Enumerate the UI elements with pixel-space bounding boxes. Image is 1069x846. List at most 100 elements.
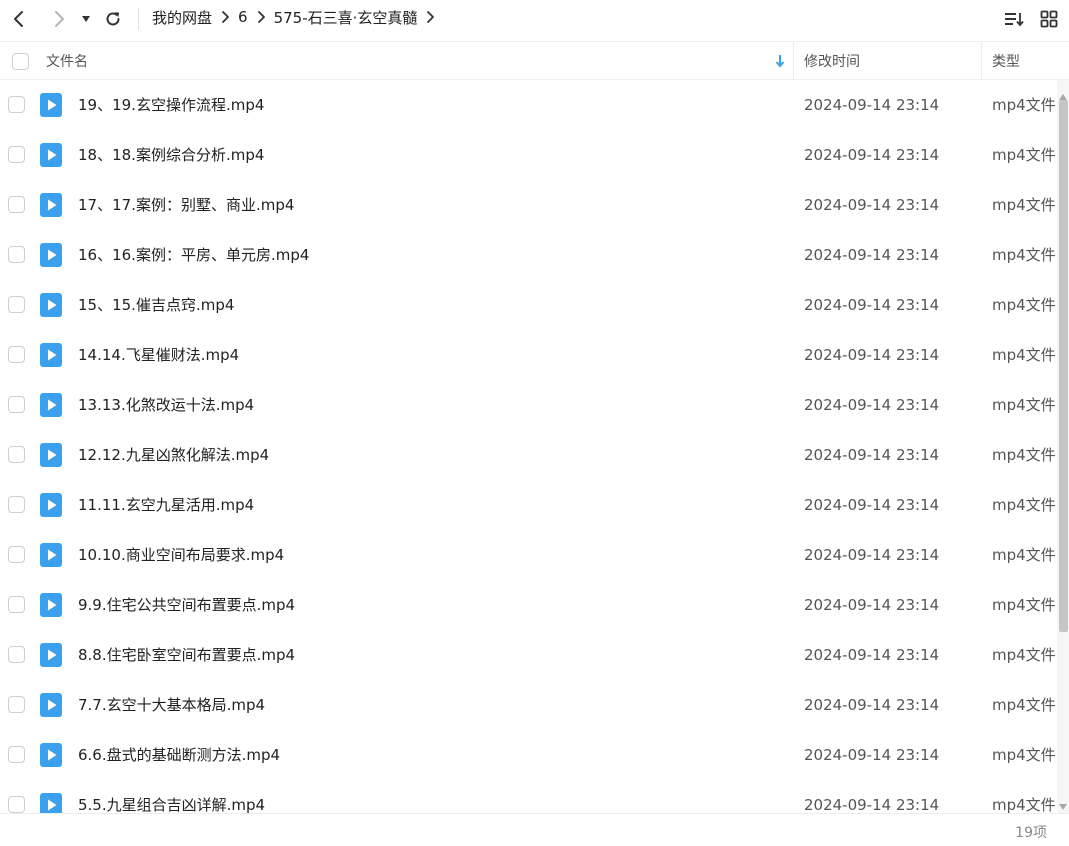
video-file-icon: [40, 643, 62, 667]
column-modified[interactable]: 修改时间: [804, 42, 860, 80]
file-name[interactable]: 16、16.案例：平房、单元房.mp4: [78, 230, 309, 280]
breadcrumb-item-current[interactable]: 575-石三喜·玄空真髓: [274, 7, 418, 28]
file-name[interactable]: 18、18.案例综合分析.mp4: [78, 130, 264, 180]
file-modified-time: 2024-09-14 23:14: [804, 246, 940, 264]
file-type: mp4文件: [992, 446, 1056, 464]
grid-view-icon[interactable]: [1036, 6, 1062, 32]
scroll-down-arrow-icon[interactable]: [1058, 796, 1068, 810]
row-checkbox[interactable]: [8, 96, 25, 113]
row-checkbox[interactable]: [8, 646, 25, 663]
file-type: mp4文件: [992, 246, 1056, 264]
file-row[interactable]: 18、18.案例综合分析.mp4 2024-09-14 23:14 mp4文件: [0, 130, 1057, 180]
file-type: mp4文件: [992, 596, 1056, 614]
file-name[interactable]: 10.10.商业空间布局要求.mp4: [78, 530, 284, 580]
row-checkbox[interactable]: [8, 246, 25, 263]
column-name[interactable]: 文件名: [46, 42, 792, 80]
row-checkbox[interactable]: [8, 396, 25, 413]
file-row[interactable]: 8.8.住宅卧室空间布置要点.mp4 2024-09-14 23:14 mp4文件: [0, 630, 1057, 680]
file-modified-time: 2024-09-14 23:14: [804, 546, 940, 564]
file-modified-time: 2024-09-14 23:14: [804, 496, 940, 514]
file-modified-time: 2024-09-14 23:14: [804, 796, 940, 813]
scrollbar-thumb[interactable]: [1059, 100, 1068, 632]
file-modified-time: 2024-09-14 23:14: [804, 446, 940, 464]
video-file-icon: [40, 693, 62, 717]
column-divider[interactable]: [981, 42, 982, 80]
row-checkbox[interactable]: [8, 696, 25, 713]
file-modified-time: 2024-09-14 23:14: [804, 346, 940, 364]
forward-arrow-icon[interactable]: [46, 6, 72, 32]
file-row[interactable]: 12.12.九星凶煞化解法.mp4 2024-09-14 23:14 mp4文件: [0, 430, 1057, 480]
file-row[interactable]: 17、17.案例：别墅、商业.mp4 2024-09-14 23:14 mp4文件: [0, 180, 1057, 230]
file-row[interactable]: 9.9.住宅公共空间布置要点.mp4 2024-09-14 23:14 mp4文件: [0, 580, 1057, 630]
row-checkbox[interactable]: [8, 196, 25, 213]
file-row[interactable]: 15、15.催吉点窍.mp4 2024-09-14 23:14 mp4文件: [0, 280, 1057, 330]
file-name[interactable]: 5.5.九星组合吉凶详解.mp4: [78, 780, 265, 813]
file-name[interactable]: 19、19.玄空操作流程.mp4: [78, 80, 264, 130]
file-row[interactable]: 11.11.玄空九星活用.mp4 2024-09-14 23:14 mp4文件: [0, 480, 1057, 530]
file-row[interactable]: 14.14.飞星催财法.mp4 2024-09-14 23:14 mp4文件: [0, 330, 1057, 380]
sort-order-icon[interactable]: [1001, 6, 1027, 32]
select-all-checkbox[interactable]: [12, 52, 29, 70]
column-divider[interactable]: [793, 42, 794, 80]
row-checkbox[interactable]: [8, 346, 25, 363]
file-name[interactable]: 14.14.飞星催财法.mp4: [78, 330, 239, 380]
breadcrumb-item-root[interactable]: 我的网盘: [152, 7, 212, 28]
file-row[interactable]: 13.13.化煞改运十法.mp4 2024-09-14 23:14 mp4文件: [0, 380, 1057, 430]
file-type: mp4文件: [992, 696, 1056, 714]
file-type: mp4文件: [992, 146, 1056, 164]
video-file-icon: [40, 593, 62, 617]
video-file-icon: [40, 143, 62, 167]
file-type: mp4文件: [992, 496, 1056, 514]
video-file-icon: [40, 493, 62, 517]
file-name[interactable]: 9.9.住宅公共空间布置要点.mp4: [78, 580, 295, 630]
file-type: mp4文件: [992, 796, 1056, 813]
file-row[interactable]: 5.5.九星组合吉凶详解.mp4 2024-09-14 23:14 mp4文件: [0, 780, 1057, 813]
file-type: mp4文件: [992, 746, 1056, 764]
row-checkbox[interactable]: [8, 746, 25, 763]
video-file-icon: [40, 393, 62, 417]
row-checkbox[interactable]: [8, 446, 25, 463]
file-modified-time: 2024-09-14 23:14: [804, 646, 940, 664]
file-row[interactable]: 10.10.商业空间布局要求.mp4 2024-09-14 23:14 mp4文件: [0, 530, 1057, 580]
row-checkbox[interactable]: [8, 546, 25, 563]
column-type-label: 类型: [992, 54, 1020, 70]
file-type: mp4文件: [992, 196, 1056, 214]
file-name[interactable]: 17、17.案例：别墅、商业.mp4: [78, 180, 294, 230]
column-header: 文件名 修改时间 类型: [0, 41, 1069, 80]
column-type[interactable]: 类型: [992, 42, 1020, 80]
sort-desc-arrow-icon[interactable]: [775, 42, 785, 80]
row-checkbox[interactable]: [8, 796, 25, 813]
file-modified-time: 2024-09-14 23:14: [804, 746, 940, 764]
chevron-right-icon[interactable]: [426, 11, 435, 23]
file-row[interactable]: 6.6.盘式的基础断测方法.mp4 2024-09-14 23:14 mp4文件: [0, 730, 1057, 780]
file-type: mp4文件: [992, 646, 1056, 664]
file-modified-time: 2024-09-14 23:14: [804, 396, 940, 414]
refresh-icon[interactable]: [100, 6, 126, 32]
video-file-icon: [40, 543, 62, 567]
chevron-right-icon: [257, 11, 265, 23]
file-name[interactable]: 6.6.盘式的基础断测方法.mp4: [78, 730, 280, 780]
file-modified-time: 2024-09-14 23:14: [804, 296, 940, 314]
row-checkbox[interactable]: [8, 496, 25, 513]
file-type: mp4文件: [992, 396, 1056, 414]
row-checkbox[interactable]: [8, 596, 25, 613]
file-name[interactable]: 11.11.玄空九星活用.mp4: [78, 480, 254, 530]
toolbar: 我的网盘 6 575-石三喜·玄空真髓: [0, 0, 1069, 40]
file-name[interactable]: 13.13.化煞改运十法.mp4: [78, 380, 254, 430]
breadcrumb-item-folder-6[interactable]: 6: [238, 8, 248, 26]
file-row[interactable]: 7.7.玄空十大基本格局.mp4 2024-09-14 23:14 mp4文件: [0, 680, 1057, 730]
row-checkbox[interactable]: [8, 296, 25, 313]
row-checkbox[interactable]: [8, 146, 25, 163]
file-modified-time: 2024-09-14 23:14: [804, 96, 940, 114]
back-arrow-icon[interactable]: [6, 6, 32, 32]
file-row[interactable]: 16、16.案例：平房、单元房.mp4 2024-09-14 23:14 mp4文件: [0, 230, 1057, 280]
item-count: 19项: [1015, 825, 1047, 841]
file-name[interactable]: 7.7.玄空十大基本格局.mp4: [78, 680, 265, 730]
scroll-up-arrow-icon[interactable]: [1058, 86, 1068, 100]
file-type: mp4文件: [992, 346, 1056, 364]
history-dropdown-icon[interactable]: [75, 6, 97, 32]
file-name[interactable]: 8.8.住宅卧室空间布置要点.mp4: [78, 630, 295, 680]
file-name[interactable]: 12.12.九星凶煞化解法.mp4: [78, 430, 269, 480]
file-row[interactable]: 19、19.玄空操作流程.mp4 2024-09-14 23:14 mp4文件: [0, 80, 1057, 130]
file-name[interactable]: 15、15.催吉点窍.mp4: [78, 280, 234, 330]
